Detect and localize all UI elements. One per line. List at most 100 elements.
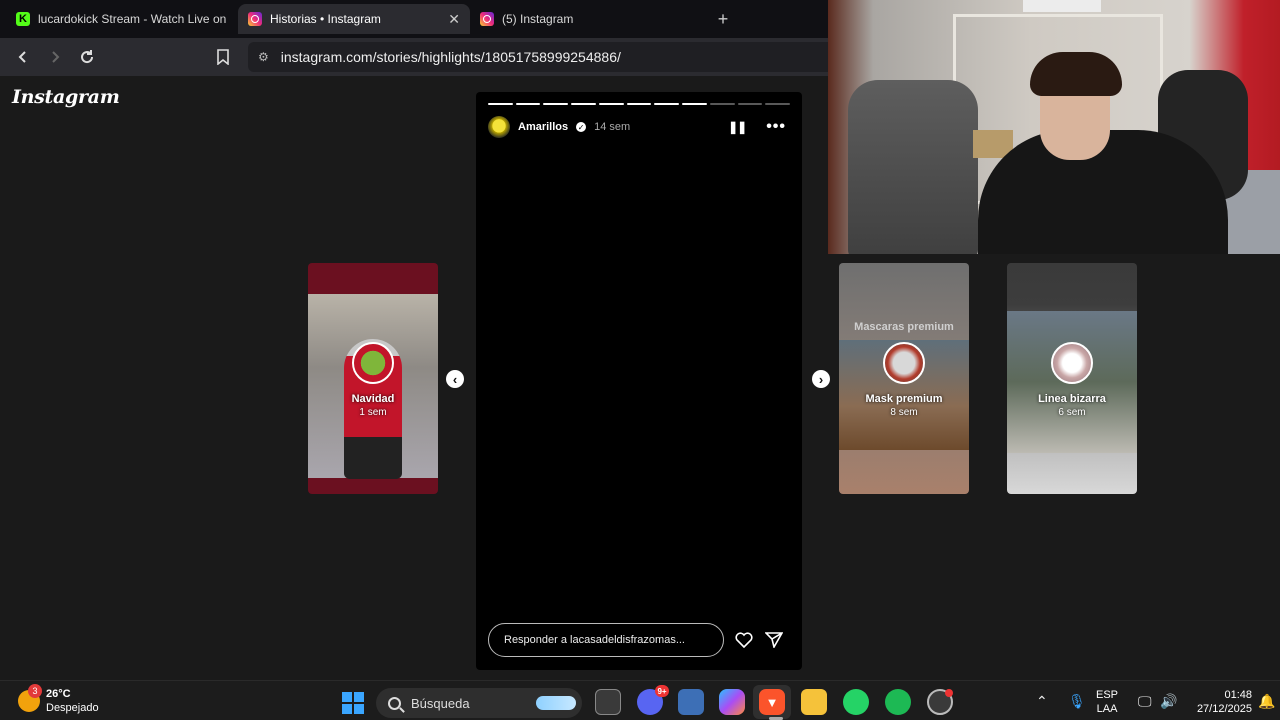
progress-segment	[488, 103, 513, 105]
highlight-card-mask-premium[interactable]: Mascaras premium Mask premium 8 sem	[839, 263, 969, 494]
progress-segment	[598, 103, 624, 105]
tab-title: (5) Instagram	[502, 12, 574, 26]
new-tab-button[interactable]: +	[708, 9, 738, 30]
more-options-icon[interactable]: •••	[766, 118, 786, 136]
progress-segment	[543, 103, 569, 105]
task-view-icon[interactable]	[595, 689, 621, 715]
highlight-title: Navidad	[351, 393, 395, 405]
reload-icon	[81, 50, 94, 64]
sun-icon: 3	[18, 684, 42, 712]
story-time: 14 sem	[594, 121, 631, 133]
notification-bell-icon[interactable]: 🔔	[1258, 693, 1275, 710]
tab-title: lucardokick Stream - Watch Live on K	[38, 12, 228, 26]
tab-kick-stream[interactable]: K lucardokick Stream - Watch Live on K	[6, 4, 238, 34]
bookmark-icon	[217, 49, 229, 65]
story-progress	[488, 103, 791, 105]
avatar[interactable]	[488, 116, 510, 138]
instagram-icon	[480, 12, 494, 26]
network-icon[interactable]: 🖵	[1138, 693, 1152, 710]
file-explorer-icon[interactable]	[801, 689, 827, 715]
progress-segment	[654, 103, 680, 105]
progress-segment	[737, 103, 763, 105]
story-username[interactable]: Amarillos	[518, 121, 568, 133]
volume-icon[interactable]: 🔊	[1160, 693, 1177, 710]
avatar	[1051, 342, 1093, 384]
clock-date: 27/12/2025	[1196, 703, 1252, 715]
highlight-card-navidad[interactable]: Navidad 1 sem	[308, 263, 438, 494]
tab-bar: K lucardokick Stream - Watch Live on K H…	[0, 0, 828, 38]
highlight-title: Linea bizarra	[1038, 393, 1106, 405]
notification-badge: 9+	[655, 685, 669, 697]
back-button[interactable]	[10, 44, 36, 70]
app-icon[interactable]	[927, 689, 953, 715]
app-icon[interactable]	[678, 689, 704, 715]
weather-temp: 26°C	[46, 688, 71, 700]
weather-desc: Despejado	[46, 702, 99, 714]
highlight-overlay-text: Mascaras premium	[854, 321, 954, 333]
discord-icon[interactable]: 9+	[637, 685, 669, 715]
taskbar: 3 26°C Despejado Búsqueda 9+ ▼ ⌃ 🎙 ESP L…	[0, 680, 1280, 720]
forward-button[interactable]	[42, 44, 68, 70]
webcam-overlay	[828, 0, 1280, 254]
highlight-preview	[308, 294, 438, 479]
input-language[interactable]: ESP LAA	[1096, 688, 1118, 716]
whatsapp-icon[interactable]	[843, 689, 869, 715]
story-header: Amarillos ✓ 14 sem ❚❚ •••	[488, 116, 786, 138]
reload-button[interactable]	[74, 44, 100, 70]
highlight-card-linea-bizarra[interactable]: Linea bizarra 6 sem	[1007, 263, 1137, 494]
bookmark-button[interactable]	[210, 44, 236, 70]
navigation-bar: ⚙ instagram.com/stories/highlights/18051…	[0, 38, 828, 76]
heart-icon[interactable]	[732, 628, 756, 652]
progress-segment	[682, 103, 707, 105]
previous-story-button[interactable]: ‹	[446, 370, 464, 388]
kick-icon: K	[16, 12, 30, 26]
streamer-hair	[1030, 52, 1122, 96]
avatar	[883, 342, 925, 384]
next-story-button[interactable]: ›	[812, 370, 830, 388]
tab-instagram[interactable]: (5) Instagram	[470, 4, 702, 34]
brave-browser-icon[interactable]: ▼	[759, 689, 785, 715]
forward-arrow-icon	[52, 51, 60, 63]
site-settings-icon[interactable]: ⚙	[258, 50, 269, 64]
address-bar[interactable]: ⚙ instagram.com/stories/highlights/18051…	[248, 42, 828, 72]
tab-instagram-stories[interactable]: Historias • Instagram ✕	[238, 4, 470, 34]
verified-icon: ✓	[576, 122, 587, 132]
reply-input[interactable]: Responder a lacasadeldisfrazomas...	[488, 623, 724, 657]
microphone-icon[interactable]: 🎙	[1068, 693, 1086, 710]
search-highlight-image	[536, 696, 576, 710]
url-text: instagram.com/stories/highlights/1805175…	[280, 49, 621, 65]
avatar	[352, 342, 394, 384]
highlight-title: Mask premium	[865, 393, 943, 405]
tab-title: Historias • Instagram	[270, 12, 381, 26]
pause-icon[interactable]: ❚❚	[728, 120, 747, 134]
windows-start-icon[interactable]	[342, 692, 364, 714]
taskbar-search[interactable]: Búsqueda	[376, 688, 582, 718]
close-icon[interactable]: ✕	[448, 11, 460, 28]
highlight-time: 6 sem	[1058, 407, 1086, 418]
story-viewer[interactable]: Amarillos ✓ 14 sem ❚❚ ••• Responder a la…	[476, 92, 802, 670]
search-placeholder: Búsqueda	[411, 695, 470, 711]
progress-segment	[626, 103, 652, 105]
gaming-chair	[848, 80, 978, 254]
progress-segment	[709, 103, 735, 105]
weather-widget[interactable]: 3 26°C Despejado	[18, 684, 99, 715]
lang-line1: ESP	[1096, 689, 1119, 701]
lang-line2: LAA	[1096, 703, 1118, 715]
progress-segment	[765, 103, 791, 105]
instagram-icon	[248, 12, 262, 26]
spotify-icon[interactable]	[885, 689, 911, 715]
send-icon[interactable]	[762, 628, 786, 652]
highlight-time: 8 sem	[890, 407, 918, 418]
search-icon	[388, 696, 401, 710]
notification-dot	[945, 689, 953, 697]
air-conditioner	[1023, 0, 1101, 12]
instagram-logo[interactable]: Instagram	[12, 86, 120, 108]
clock[interactable]: 01:48 27/12/2025	[1186, 688, 1252, 716]
chevron-up-icon[interactable]: ⌃	[1036, 693, 1048, 710]
notification-badge: 3	[28, 684, 42, 698]
progress-segment	[515, 103, 541, 105]
copilot-icon[interactable]	[719, 689, 745, 715]
progress-segment	[571, 103, 596, 105]
back-arrow-icon	[18, 51, 26, 63]
highlight-time: 1 sem	[359, 407, 387, 418]
